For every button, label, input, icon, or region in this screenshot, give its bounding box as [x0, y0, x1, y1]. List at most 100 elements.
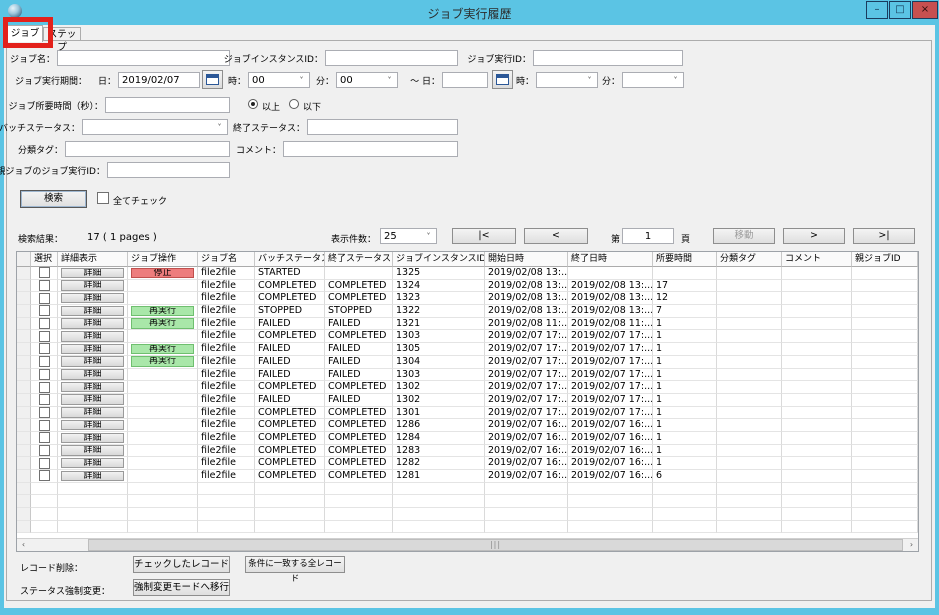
- page-size-select[interactable]: 25 ˅: [380, 228, 437, 244]
- to-date-input[interactable]: [442, 72, 488, 88]
- row-select-checkbox[interactable]: [39, 445, 50, 456]
- detail-cell: 詳細: [58, 305, 128, 318]
- row-select-checkbox[interactable]: [39, 432, 50, 443]
- rerun-button[interactable]: 再実行: [131, 344, 194, 355]
- detail-button[interactable]: 詳細: [61, 344, 124, 355]
- detail-button[interactable]: 詳細: [61, 407, 124, 418]
- to-minute-select[interactable]: ˅: [622, 72, 684, 88]
- duration-input[interactable]: [105, 97, 230, 113]
- detail-cell: 詳細: [58, 292, 128, 305]
- to-hour-label: 時：: [516, 74, 534, 87]
- comment-input[interactable]: [283, 141, 458, 157]
- scrollbar-thumb[interactable]: |||: [88, 539, 903, 551]
- detail-button[interactable]: 詳細: [61, 331, 124, 342]
- empty-cell: [653, 521, 717, 534]
- row-select-checkbox[interactable]: [39, 356, 50, 367]
- close-button[interactable]: ×: [912, 1, 938, 19]
- cell-job-name: file2file: [198, 381, 255, 394]
- cell-job-instance-id: 1302: [393, 381, 485, 394]
- empty-cell: [653, 483, 717, 496]
- cell-end-datetime: 2019/02/07 17:...: [568, 369, 653, 382]
- detail-button[interactable]: 詳細: [61, 458, 124, 469]
- to-date-calendar-button[interactable]: [492, 70, 513, 89]
- tag-input[interactable]: [65, 141, 230, 157]
- search-button[interactable]: 検索: [20, 190, 87, 208]
- cell-start-datetime: 2019/02/07 17:...: [485, 394, 568, 407]
- parent-exec-id-input[interactable]: [107, 162, 230, 178]
- delete-checked-button[interactable]: チェックしたレコード: [133, 556, 230, 573]
- exit-status-input[interactable]: [307, 119, 458, 135]
- delete-all-matching-button[interactable]: 条件に一致する全レコード: [245, 556, 345, 573]
- select-cell: [31, 356, 58, 369]
- row-select-checkbox[interactable]: [39, 394, 50, 405]
- rerun-button[interactable]: 再実行: [131, 306, 194, 317]
- table-row: 詳細file2fileCOMPLETEDCOMPLETED13232019/02…: [17, 292, 918, 305]
- minimize-button[interactable]: –: [866, 1, 888, 19]
- next-page-button[interactable]: >: [783, 228, 845, 244]
- row-select-checkbox[interactable]: [39, 293, 50, 304]
- stop-button[interactable]: 停止: [131, 268, 194, 279]
- row-select-checkbox[interactable]: [39, 470, 50, 481]
- empty-cell: [198, 521, 255, 534]
- from-date-calendar-button[interactable]: [202, 70, 223, 89]
- row-select-checkbox[interactable]: [39, 420, 50, 431]
- first-page-button[interactable]: |<: [452, 228, 516, 244]
- detail-button[interactable]: 詳細: [61, 445, 124, 456]
- detail-button[interactable]: 詳細: [61, 280, 124, 291]
- job-name-input[interactable]: [57, 50, 230, 66]
- to-hour-select[interactable]: ˅: [536, 72, 598, 88]
- radio-gte[interactable]: [248, 99, 258, 109]
- row-select-checkbox[interactable]: [39, 458, 50, 469]
- page-number-input[interactable]: [622, 228, 674, 244]
- empty-cell: [852, 495, 918, 508]
- cell-job-name: file2file: [198, 419, 255, 432]
- detail-button[interactable]: 詳細: [61, 306, 124, 317]
- row-select-checkbox[interactable]: [39, 382, 50, 393]
- row-select-checkbox[interactable]: [39, 369, 50, 380]
- row-select-checkbox[interactable]: [39, 280, 50, 291]
- row-select-checkbox[interactable]: [39, 267, 50, 278]
- batch-status-select[interactable]: ˅: [82, 119, 228, 135]
- check-all-checkbox[interactable]: [97, 192, 109, 204]
- cell-exit-status: COMPLETED: [325, 432, 393, 445]
- from-minute-select[interactable]: 00 ˅: [336, 72, 398, 88]
- detail-button[interactable]: 詳細: [61, 369, 124, 380]
- dropdown-arrow-icon: ˅: [383, 74, 396, 86]
- radio-lte[interactable]: [289, 99, 299, 109]
- job-instance-id-input[interactable]: [325, 50, 458, 66]
- from-date-input[interactable]: [118, 72, 200, 88]
- last-page-button[interactable]: >|: [853, 228, 915, 244]
- job-exec-id-input[interactable]: [533, 50, 683, 66]
- scroll-right-icon[interactable]: ›: [905, 539, 918, 551]
- cell-duration: 12: [653, 292, 717, 305]
- detail-button[interactable]: 詳細: [61, 293, 124, 304]
- detail-button[interactable]: 詳細: [61, 433, 124, 444]
- detail-button[interactable]: 詳細: [61, 471, 124, 482]
- detail-button[interactable]: 詳細: [61, 382, 124, 393]
- detail-button[interactable]: 詳細: [61, 356, 124, 367]
- detail-button[interactable]: 詳細: [61, 268, 124, 279]
- cell-job-instance-id: 1283: [393, 445, 485, 458]
- move-page-button[interactable]: 移動: [713, 228, 775, 244]
- row-select-checkbox[interactable]: [39, 343, 50, 354]
- rerun-button[interactable]: 再実行: [131, 318, 194, 329]
- detail-button[interactable]: 詳細: [61, 394, 124, 405]
- row-select-checkbox[interactable]: [39, 331, 50, 342]
- row-select-checkbox[interactable]: [39, 407, 50, 418]
- force-change-mode-button[interactable]: 強制変更モードへ移行: [133, 579, 230, 596]
- scroll-left-icon[interactable]: ‹: [17, 539, 30, 551]
- empty-cell: [58, 508, 128, 521]
- column-header: ジョブインスタンスID: [393, 252, 485, 267]
- row-select-checkbox[interactable]: [39, 305, 50, 316]
- detail-button[interactable]: 詳細: [61, 420, 124, 431]
- horizontal-scrollbar[interactable]: ‹ |||›: [17, 538, 918, 551]
- maximize-button[interactable]: □: [889, 1, 911, 19]
- detail-button[interactable]: 詳細: [61, 318, 124, 329]
- prev-page-button[interactable]: <: [524, 228, 588, 244]
- from-hour-select[interactable]: 00 ˅: [248, 72, 310, 88]
- detail-cell: 詳細: [58, 470, 128, 483]
- cell-batch-status: FAILED: [255, 369, 325, 382]
- row-select-checkbox[interactable]: [39, 318, 50, 329]
- cell-batch-status: FAILED: [255, 343, 325, 356]
- rerun-button[interactable]: 再実行: [131, 356, 194, 367]
